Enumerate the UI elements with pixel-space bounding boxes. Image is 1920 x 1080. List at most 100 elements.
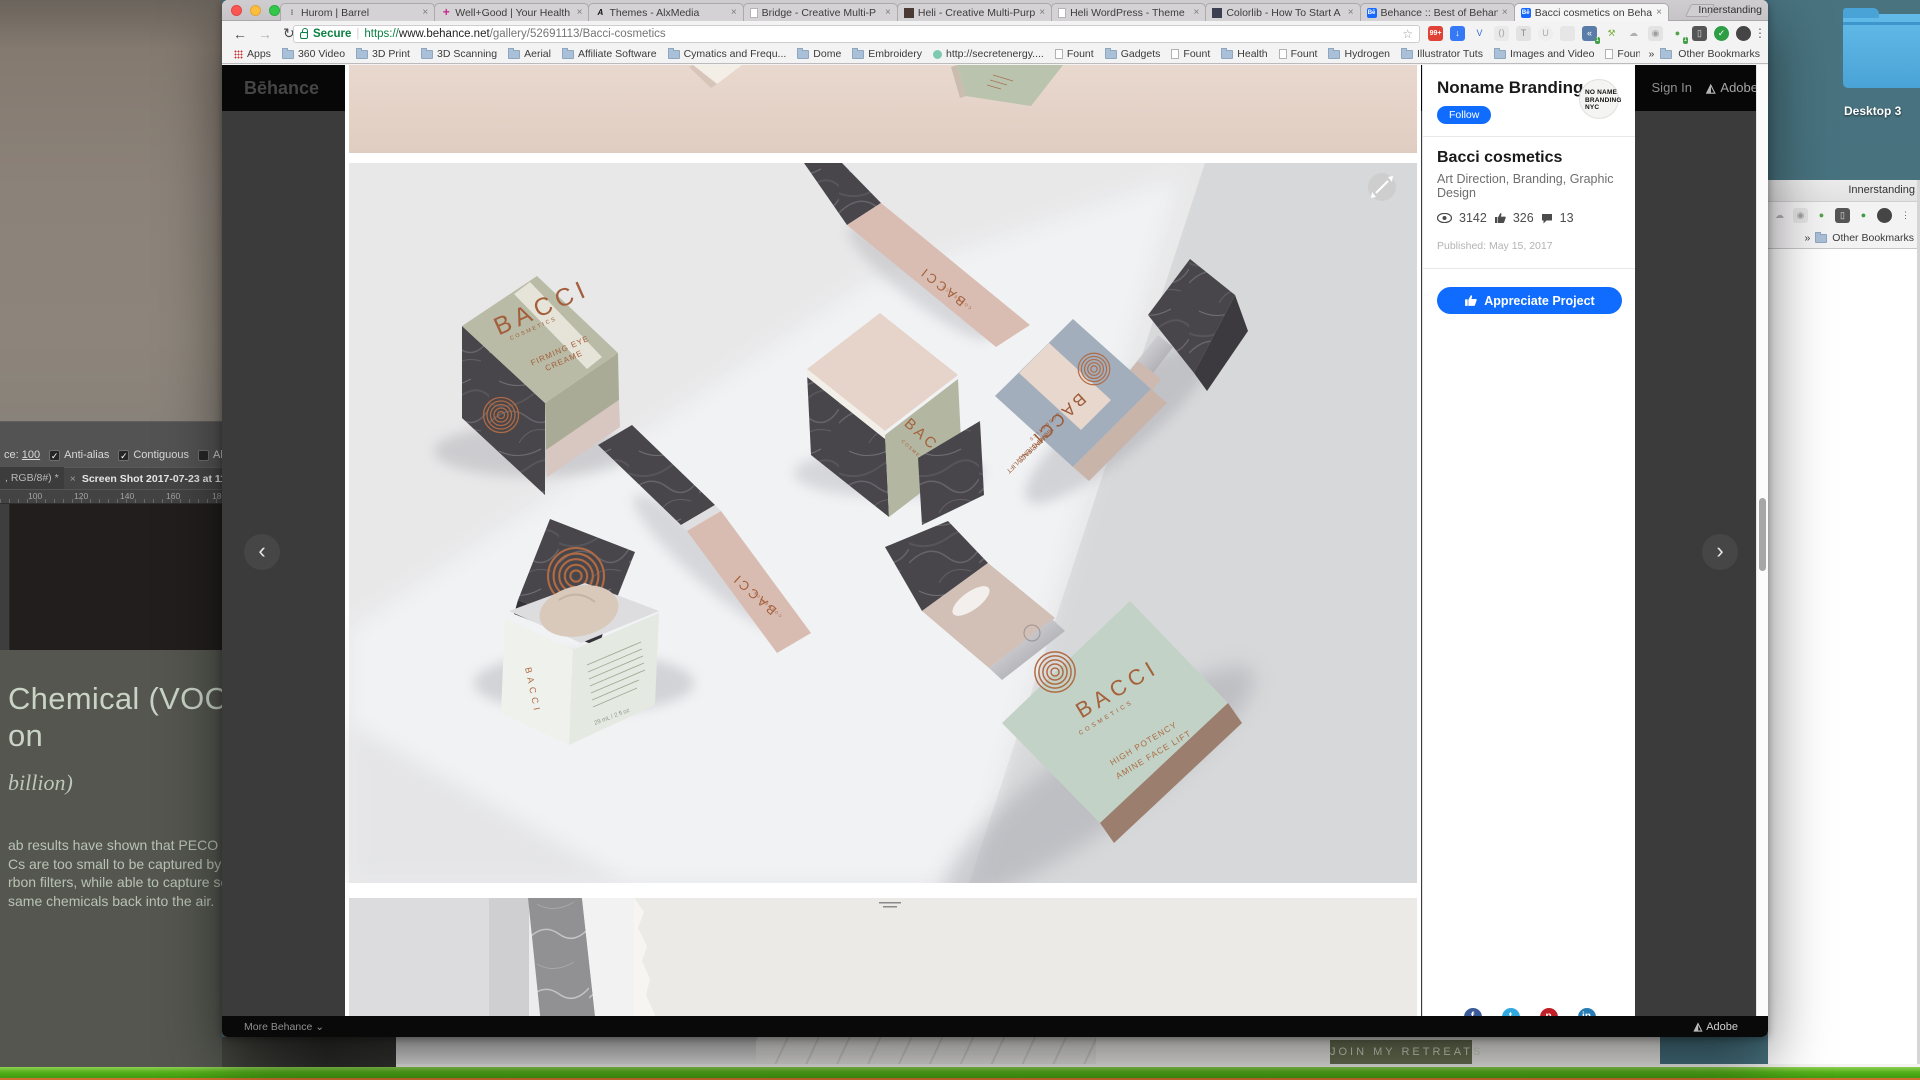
tab-close-icon[interactable]: × xyxy=(577,7,583,18)
browser-tab[interactable]: BēBacci cosmetics on Behan× xyxy=(1514,3,1669,21)
background-extension-icon[interactable]: ● xyxy=(1856,208,1871,223)
browser-tab[interactable]: AThemes - AlxMedia× xyxy=(588,3,743,21)
bookmark-item[interactable]: Dome xyxy=(797,48,841,60)
bookmark-item[interactable]: Fount xyxy=(1279,48,1318,60)
ps-option-anti-alias[interactable]: ✓Anti-alias xyxy=(49,449,109,461)
bookmark-star-icon[interactable]: ☆ xyxy=(1402,27,1413,41)
browser-tab[interactable]: Heli - Creative Multi-Purp× xyxy=(897,3,1052,21)
browser-tab[interactable]: Heli WordPress - Theme× xyxy=(1051,3,1206,21)
bookmark-item[interactable]: Cymatics and Frequ... xyxy=(668,48,787,60)
main-project-image[interactable]: BACCI COSMETICS FIRMING EYE CREAME BACCI… xyxy=(345,163,1421,883)
sign-in-link[interactable]: Sign In xyxy=(1652,80,1692,95)
browser-tab[interactable]: Colorlib - How To Start A× xyxy=(1205,3,1360,21)
previous-project-image[interactable] xyxy=(345,65,1421,153)
bookmark-item[interactable]: Fount xyxy=(1605,48,1640,60)
previous-image-button[interactable]: ‹ xyxy=(244,534,280,570)
tolerance-value[interactable]: 100 xyxy=(22,449,40,461)
browser-tab[interactable]: BēBehance :: Best of Behan× xyxy=(1360,3,1515,21)
bookmark-item[interactable]: Fount xyxy=(1055,48,1094,60)
other-bookmarks[interactable]: Other Bookmarks xyxy=(1678,48,1760,60)
forward-button[interactable]: → xyxy=(258,26,272,42)
appreciate-button[interactable]: Appreciate Project xyxy=(1437,287,1622,314)
next-project-image[interactable] xyxy=(345,898,1421,1034)
tumblr-extension-icon[interactable]: T xyxy=(1516,26,1531,41)
scrollbar-thumb[interactable] xyxy=(1759,498,1766,571)
background-extension-icon[interactable]: ☁ xyxy=(1772,208,1787,223)
tab-close-icon[interactable]: × xyxy=(1502,7,1508,18)
checkbox[interactable]: ✓ xyxy=(49,450,60,461)
lightbox-scrollbar[interactable] xyxy=(1756,65,1768,1037)
browser-menu-icon[interactable]: ⋮ xyxy=(1754,26,1766,40)
bookmark-item[interactable]: Images and Video xyxy=(1494,48,1594,60)
tab-close-icon[interactable]: × xyxy=(1193,7,1199,18)
close-button[interactable] xyxy=(231,5,242,16)
desktop-folder-icon[interactable] xyxy=(1843,14,1920,88)
browser-tab[interactable]: Bridge - Creative Multi-P× xyxy=(743,3,898,21)
camera-extension-icon[interactable]: ◉ xyxy=(1648,26,1663,41)
circle-extension-icon[interactable]: U xyxy=(1538,26,1553,41)
bookmark-item[interactable]: 3D Print xyxy=(356,48,410,60)
tools-extension-icon[interactable]: ⚒ xyxy=(1604,26,1619,41)
tab-close-icon[interactable]: × xyxy=(1039,7,1045,18)
follow-button[interactable]: Follow xyxy=(1437,106,1491,124)
bookmark-item[interactable]: http://secretenergy.... xyxy=(933,48,1044,60)
background-extension-icon[interactable]: ◉ xyxy=(1793,208,1808,223)
bookmark-item[interactable]: Embroidery xyxy=(852,48,922,60)
browser-tab[interactable]: +Well+Good | Your Health× xyxy=(434,3,589,21)
checkbox[interactable] xyxy=(198,450,209,461)
background-extension-icon[interactable]: ● xyxy=(1814,208,1829,223)
bookmark-item[interactable]: Hydrogen xyxy=(1328,48,1390,60)
tab-close-icon[interactable]: × xyxy=(422,7,428,18)
address-bar[interactable]: Secure | https://www.behance.net/gallery… xyxy=(293,25,1420,43)
evernote-extension-icon[interactable] xyxy=(1736,26,1751,41)
bookmark-item[interactable]: Fount xyxy=(1171,48,1210,60)
bookmark-item[interactable]: Affiliate Software xyxy=(562,48,657,60)
background-extension-icon[interactable]: ⋮ xyxy=(1898,208,1913,223)
adobe-link[interactable]: ◭Adobe xyxy=(1706,80,1758,95)
bookmarks-overflow-icon[interactable]: » xyxy=(1804,232,1810,244)
background-extension-icon[interactable]: ▯ xyxy=(1835,208,1850,223)
owner-avatar[interactable]: NO NAMEBRANDINGNYC xyxy=(1579,79,1619,119)
bookmark-item[interactable]: Aerial xyxy=(508,48,551,60)
vimeo-extension-icon[interactable]: V xyxy=(1472,26,1487,41)
doc-close-icon[interactable]: × xyxy=(70,473,76,485)
session-extension-icon[interactable]: ●1 xyxy=(1670,26,1685,41)
join-retreats-button[interactable]: JOIN MY RETREATS xyxy=(1330,1040,1472,1064)
zoom-button[interactable] xyxy=(269,5,280,16)
next-image-button[interactable]: › xyxy=(1702,534,1738,570)
dots-favicon: ⁝ xyxy=(287,8,297,18)
checkbox[interactable]: ✓ xyxy=(118,450,129,461)
other-bookmarks[interactable]: Other Bookmarks xyxy=(1832,232,1914,244)
blank-extension-icon[interactable] xyxy=(1560,26,1575,41)
behance-logo[interactable]: Bēhance xyxy=(244,78,319,99)
browser-tab[interactable]: ⁝Hurom | Barrel× xyxy=(280,3,435,21)
frame-extension-icon[interactable]: ⟨⟩ xyxy=(1494,26,1509,41)
pocket-extension-icon[interactable]: ▯ xyxy=(1692,26,1707,41)
bookmark-item[interactable]: Gadgets xyxy=(1105,48,1161,60)
bookmark-label: Cymatics and Frequ... xyxy=(684,48,787,60)
back-button[interactable]: ← xyxy=(233,26,247,42)
project-fields[interactable]: Art Direction, Branding, Graphic Design xyxy=(1437,172,1621,200)
document-tab[interactable]: ×Screen Shot 2017-07-23 at 11.34. xyxy=(64,467,222,489)
ps-option-contiguous[interactable]: ✓Contiguous xyxy=(118,449,189,461)
minimize-button[interactable] xyxy=(250,5,261,16)
apps-icon xyxy=(234,50,243,59)
downloader-extension-icon[interactable]: ↓ xyxy=(1450,26,1465,41)
bookmark-item[interactable]: Illustrator Tuts xyxy=(1401,48,1483,60)
ps-option-all-layers[interactable]: All Layers xyxy=(198,449,222,461)
bookmark-item[interactable]: 360 Video xyxy=(282,48,345,60)
tab-close-icon[interactable]: × xyxy=(885,7,891,18)
bookmark-item[interactable]: Health xyxy=(1221,48,1267,60)
check-extension-icon[interactable]: ✓ xyxy=(1714,26,1729,41)
tab-close-icon[interactable]: × xyxy=(731,7,737,18)
bookmarks-overflow-icon[interactable]: » xyxy=(1648,48,1654,60)
quote-extension-icon[interactable]: «1 xyxy=(1582,26,1597,41)
bookmark-item[interactable]: 3D Scanning xyxy=(421,48,497,60)
cloud-extension-icon[interactable]: ☁ xyxy=(1626,26,1641,41)
bookmark-item[interactable]: Apps xyxy=(234,48,271,60)
more-behance-link[interactable]: More Behance ⌄ xyxy=(244,1021,324,1033)
background-extension-icon[interactable] xyxy=(1877,208,1892,223)
adblock-extension-icon[interactable]: 99+ xyxy=(1428,26,1443,41)
tab-close-icon[interactable]: × xyxy=(1348,7,1354,18)
tab-close-icon[interactable]: × xyxy=(1656,7,1662,18)
